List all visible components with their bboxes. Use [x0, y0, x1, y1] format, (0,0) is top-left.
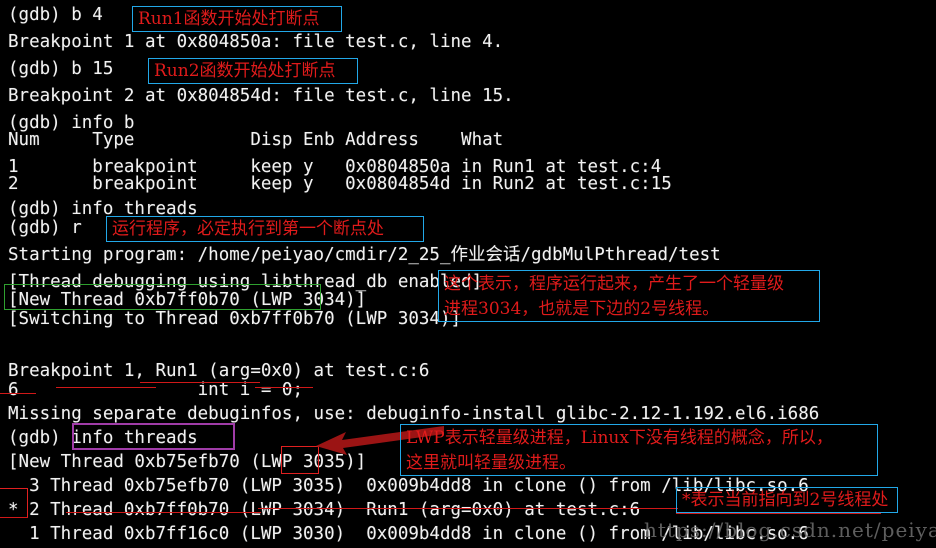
underline-thread2-right	[258, 508, 678, 509]
terminal-line: (gdb) b 15	[8, 59, 114, 79]
annotation-breakpoint-run2: Run2函数开始处打断点	[148, 58, 358, 84]
terminal-line: [Switching to Thread 0xb7ff0b70 (LWP 303…	[8, 309, 462, 329]
terminal-line: Breakpoint 1 at 0x804850a: file test.c, …	[8, 32, 504, 52]
terminal-line: (gdb) b 4	[8, 5, 103, 25]
info-threads-command-highlight	[72, 423, 235, 450]
terminal-line: (gdb) r	[8, 218, 82, 238]
annotation-run-program: 运行程序，必定执行到第一个断点处	[106, 216, 424, 242]
terminal-line: 2 breakpoint keep y 0x0804854d in Run2 a…	[8, 174, 672, 194]
terminal-line: Starting program: /home/peiyao/cmdir/2_2…	[8, 245, 721, 265]
watermark: https://blog.csdn.net/peiyao456	[644, 518, 936, 542]
underline-line6-tail	[255, 387, 313, 388]
new-thread-line-highlight	[4, 284, 321, 310]
underline-thread2-far	[676, 513, 881, 514]
underline-thread2-mid	[66, 512, 261, 513]
current-thread-marker-highlight	[0, 488, 28, 518]
annotation-current-thread: *表示当前指向到2号线程处	[676, 487, 898, 513]
underline-line6-left	[0, 393, 36, 394]
terminal-line: * 2 Thread 0xb7ff0b70 (LWP 3034) Run1 (a…	[8, 500, 641, 520]
terminal-line: Breakpoint 2 at 0x804854d: file test.c, …	[8, 86, 514, 106]
annotation-breakpoint-run1: Run1函数开始处打断点	[132, 6, 342, 32]
annotation-new-thread: 这个表示，程序运行起来，产生了一个轻量级 进程3034，也就是下边的2号线程。	[438, 270, 820, 322]
terminal-line: Num Type Disp Enb Address What	[8, 130, 504, 150]
underline-thread2-left	[0, 517, 28, 518]
lwp-token-highlight	[281, 446, 319, 474]
annotation-lwp-explanation: LWP表示轻量级进程，Linux下没有线程的概念，所以， 这里就叫轻量级进程。	[400, 424, 878, 476]
terminal-window: (gdb) b 4 Breakpoint 1 at 0x804850a: fil…	[0, 0, 936, 548]
underline-line6-mid	[56, 387, 156, 388]
underline-line6-code	[140, 382, 260, 383]
